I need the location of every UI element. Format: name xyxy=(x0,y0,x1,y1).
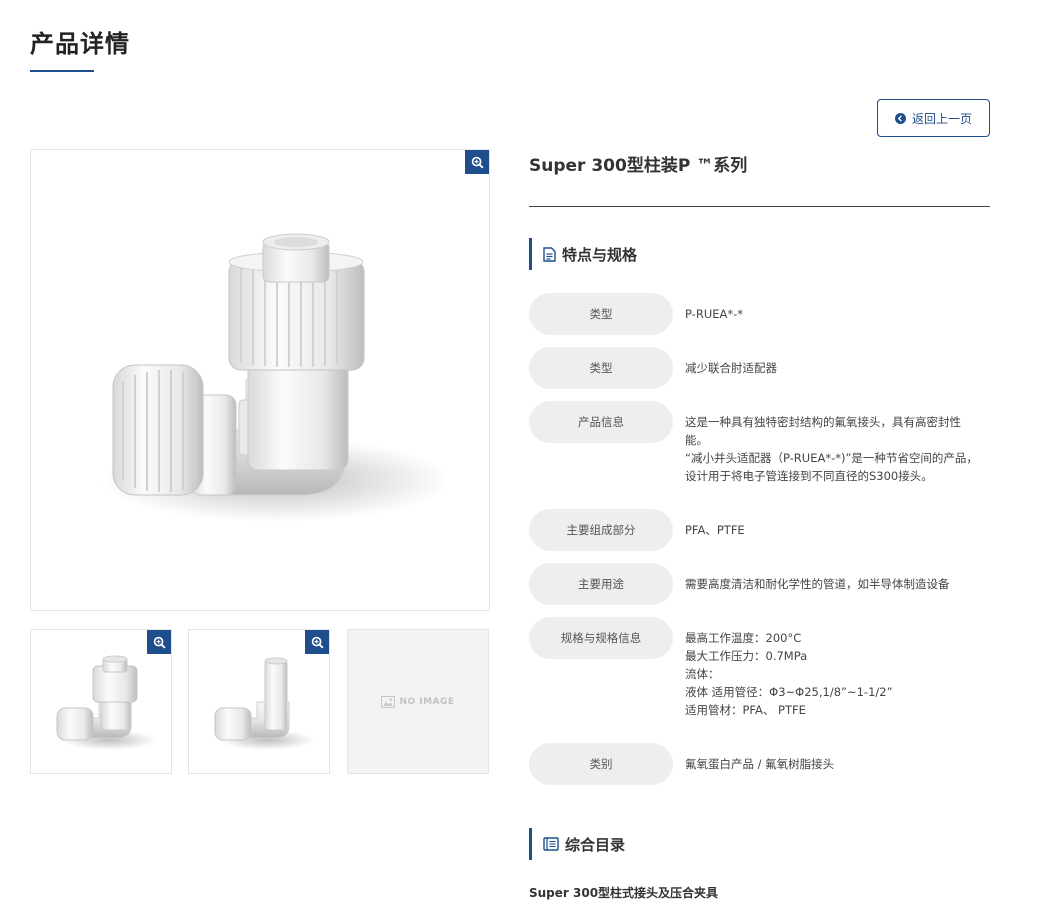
spec-value-line: 流体： xyxy=(685,667,720,681)
spec-value-line: 氟氧蛋白产品 / 氟氧树脂接头 xyxy=(685,757,835,771)
thumbnail-3[interactable]: NO IMAGE xyxy=(347,629,489,774)
spec-value-line: 需要高度清洁和耐化学性的管道，如半导体制造设备 xyxy=(685,577,950,591)
thumbnail-1[interactable] xyxy=(30,629,172,774)
document-icon xyxy=(543,246,556,262)
specs-section-heading: 特点与规格 xyxy=(529,238,637,270)
spec-value: 最高工作温度：200°C 最大工作压力：0.7MPa 流体： 液体 适用管径：Φ3~Φ… xyxy=(685,629,985,719)
no-image-label: NO IMAGE xyxy=(399,696,455,707)
spec-label: 主要组成部分 xyxy=(529,509,673,551)
spec-value-line: P-RUEA*-* xyxy=(685,307,744,321)
spec-value-line: 减少联合肘适配器 xyxy=(685,361,777,375)
elbow-fitting-image xyxy=(101,233,451,522)
spec-label: 产品信息 xyxy=(529,401,673,443)
product-title: Super 300型柱装P ™系列 xyxy=(529,156,748,176)
spec-label: 类型 xyxy=(529,347,673,389)
title-underline xyxy=(30,70,94,72)
image-placeholder-icon xyxy=(381,695,396,708)
catalog-link[interactable]: Super 300型柱式接头及压合夹具 xyxy=(529,884,718,901)
spec-label: 类别 xyxy=(529,743,673,785)
spec-value-line: 能。 xyxy=(685,433,708,447)
spec-value-line: 液体 适用管径：Φ3~Φ25,1/8”~1-1/2” xyxy=(685,685,893,699)
title-divider xyxy=(529,206,990,207)
spec-value: 减少联合肘适配器 xyxy=(685,359,985,377)
spec-label: 类型 xyxy=(529,293,673,335)
zoom-in-icon xyxy=(153,636,166,649)
catalog-section-title: 综合目录 xyxy=(565,835,626,854)
specs-section-title: 特点与规格 xyxy=(562,245,638,264)
spec-label: 主要用途 xyxy=(529,563,673,605)
spec-value-line: 最高工作温度：200°C xyxy=(685,631,802,645)
spec-value: P-RUEA*-* xyxy=(685,305,985,323)
zoom-in-button[interactable] xyxy=(305,630,329,654)
back-button-label: 返回上一页 xyxy=(911,111,972,126)
spec-value-line: 适用管材：PFA、 PTFE xyxy=(685,703,806,717)
spec-label: 规格与规格信息 xyxy=(529,617,673,659)
spec-value-line: 这是一种具有独特密封结构的氟氧接头，具有高密封性 xyxy=(685,415,961,429)
spec-value-line: “减小并头适配器（P-RUEA*-*)”是一种节省空间的产品， xyxy=(685,451,978,465)
main-product-image[interactable] xyxy=(30,149,490,611)
zoom-in-button[interactable] xyxy=(147,630,171,654)
spec-value: PFA、PTFE xyxy=(685,521,985,539)
spec-value-line: PFA、PTFE xyxy=(685,523,745,537)
spec-value-line: 设计用于将电子管连接到不同直径的S300接头。 xyxy=(685,469,933,483)
spec-value-line: 最大工作压力：0.7MPa xyxy=(685,649,808,663)
page-title: 产品详情 xyxy=(30,30,130,58)
spec-value: 氟氧蛋白产品 / 氟氧树脂接头 xyxy=(685,755,985,773)
thumbnail-2[interactable] xyxy=(188,629,330,774)
spec-value: 这是一种具有独特密封结构的氟氧接头，具有高密封性 能。 “减小并头适配器（P-RUE… xyxy=(685,413,985,485)
arrow-left-circle-icon xyxy=(894,112,906,124)
spec-value: 需要高度清洁和耐化学性的管道，如半导体制造设备 xyxy=(685,575,985,593)
zoom-in-icon xyxy=(311,636,324,649)
zoom-in-button[interactable] xyxy=(465,150,489,174)
catalog-book-icon xyxy=(543,837,559,851)
back-button[interactable]: 返回上一页 xyxy=(877,99,990,137)
catalog-section-heading: 综合目录 xyxy=(529,828,625,860)
zoom-in-icon xyxy=(471,156,484,169)
